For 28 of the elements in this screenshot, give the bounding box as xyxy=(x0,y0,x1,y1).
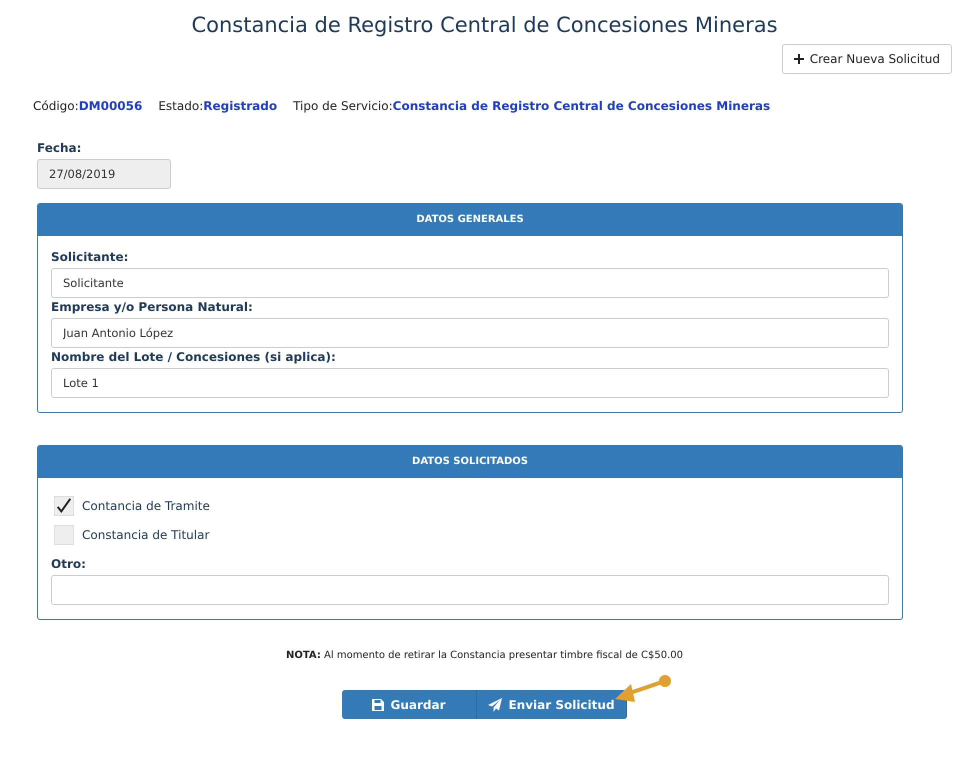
info-value: DM00056 xyxy=(78,99,142,113)
info-label: Código: xyxy=(33,99,79,113)
checkbox-label: Constancia de Titular xyxy=(82,528,210,542)
new-request-button[interactable]: Crear Nueva Solicitud xyxy=(782,44,952,74)
save-button[interactable]: Guardar xyxy=(342,690,477,719)
info-value: Constancia de Registro Central de Concesiones Mineras xyxy=(392,99,770,113)
input-field[interactable]: Lote 1 xyxy=(51,368,889,398)
checkbox[interactable] xyxy=(54,525,74,545)
field-label: Nombre del Lote / Concesiones (si aplica): xyxy=(51,350,337,364)
checkbox[interactable] xyxy=(54,496,74,516)
field-label: Otro: xyxy=(51,557,87,571)
floppy-icon xyxy=(372,698,384,710)
info-label: Tipo de Servicio: xyxy=(293,99,393,113)
field-label: Solicitante: xyxy=(51,250,130,264)
note-text: NOTA: Al momento de retirar la Constancia presentar timbre fiscal de C$50.00 xyxy=(285,650,684,661)
panel-header: DATOS SOLICITADOS xyxy=(38,446,902,478)
page-title: Constancia de Registro Central de Concesiones Mineras xyxy=(190,12,779,39)
info-label: Estado: xyxy=(158,99,204,113)
field-label: Empresa y/o Persona Natural: xyxy=(51,300,254,314)
field-label: Fecha: xyxy=(37,141,82,155)
panel-header: DATOS GENERALES xyxy=(38,204,902,236)
send-button[interactable]: Enviar Solicitud xyxy=(477,690,627,719)
info-value: Registrado xyxy=(203,99,278,113)
input-field[interactable]: Solicitante xyxy=(51,268,889,298)
paper-plane-icon xyxy=(488,698,502,712)
checkbox-label: Contancia de Tramite xyxy=(82,499,210,513)
input-field[interactable] xyxy=(51,575,889,605)
plus-icon xyxy=(794,54,804,64)
